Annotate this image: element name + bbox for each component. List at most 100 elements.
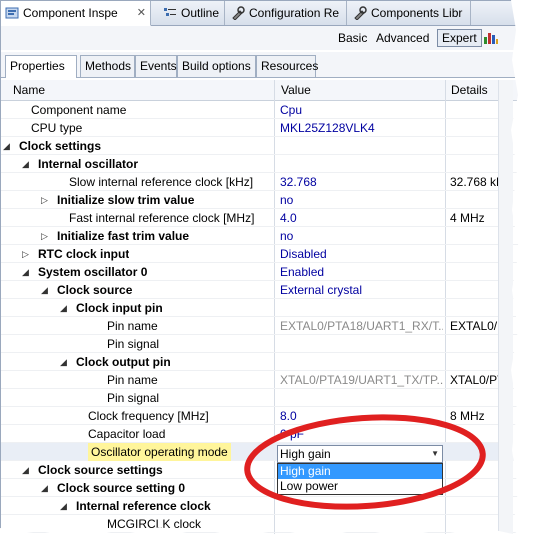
property-details xyxy=(450,515,529,533)
expand-arrow-icon[interactable]: ▷ xyxy=(41,227,48,245)
table-row[interactable]: ◢ Clock source setting 0 xyxy=(1,479,529,497)
vertical-scrollbar[interactable] xyxy=(498,80,513,545)
table-row[interactable]: ◢ Clock source settings xyxy=(1,461,529,479)
expand-arrow-icon[interactable]: ▷ xyxy=(22,245,29,263)
property-name: CPU type xyxy=(31,121,83,135)
table-row[interactable]: ◢ Clock output pin xyxy=(1,353,529,371)
table-row[interactable]: Slow internal reference clock [kHz] 32.76… xyxy=(1,173,529,191)
collapse-arrow-icon[interactable]: ◢ xyxy=(41,479,48,497)
basic-mode-button[interactable]: Basic xyxy=(338,30,367,46)
column-header-value[interactable]: Value xyxy=(281,80,311,100)
table-row[interactable]: Fast internal reference clock [MHz] 4.0 4 … xyxy=(1,209,529,227)
expert-mode-button[interactable]: Expert xyxy=(437,29,482,47)
tab-components-library[interactable]: Components Libr xyxy=(349,1,471,25)
property-name: Fast internal reference clock [MHz] xyxy=(69,211,255,225)
collapse-arrow-icon[interactable]: ◢ xyxy=(60,299,67,317)
property-value[interactable]: External crystal xyxy=(280,281,443,299)
table-row[interactable]: ▷ RTC clock input Disabled xyxy=(1,245,529,263)
property-value[interactable]: 4.0 xyxy=(280,209,443,227)
column-header-name[interactable]: Name xyxy=(13,80,45,100)
property-details xyxy=(450,119,529,137)
bar-chart-icon[interactable] xyxy=(483,31,499,45)
property-value[interactable]: MKL25Z128VLK4 xyxy=(280,119,443,137)
table-row[interactable]: Pin signal xyxy=(1,389,529,407)
tab-methods[interactable]: Methods xyxy=(80,55,135,77)
option-high-gain[interactable]: High gain xyxy=(278,464,442,479)
table-row[interactable]: CPU type MKL25Z128VLK4 xyxy=(1,119,529,137)
property-value[interactable] xyxy=(280,335,443,353)
property-value[interactable]: Cpu xyxy=(280,101,443,119)
component-inspector-window: Component Inspe ✕ Outline Configuration … xyxy=(0,0,530,546)
table-row[interactable]: MCGIRCLK clock xyxy=(1,515,529,533)
tab-events[interactable]: Events xyxy=(135,55,177,77)
collapse-arrow-icon[interactable]: ◢ xyxy=(41,281,48,299)
property-name: Clock source xyxy=(57,283,133,297)
property-value[interactable] xyxy=(280,353,443,371)
table-row[interactable]: ◢ Clock source External crystal xyxy=(1,281,529,299)
table-row[interactable]: ◢ Internal reference clock xyxy=(1,497,529,515)
column-header-details[interactable]: Details xyxy=(451,80,488,100)
table-row[interactable]: Component name Cpu xyxy=(1,101,529,119)
property-details: 4 MHz xyxy=(450,211,485,225)
property-details xyxy=(450,227,529,245)
table-row[interactable]: Oscillator operating mode xyxy=(1,443,529,461)
property-value[interactable]: 8.0 xyxy=(280,407,443,425)
property-value[interactable] xyxy=(280,389,443,407)
option-low-power[interactable]: Low power xyxy=(278,479,442,494)
property-value[interactable]: 0 pF xyxy=(280,425,443,443)
table-row[interactable]: ◢ Clock input pin xyxy=(1,299,529,317)
table-row[interactable]: ◢ System oscillator 0 Enabled xyxy=(1,263,529,281)
table-row[interactable]: Pin name XTAL0/PTA19/UART1_TX/TP... XTAL0/… xyxy=(1,371,529,389)
tab-build-options[interactable]: Build options xyxy=(177,55,256,77)
table-row[interactable]: ▷ Initialize fast trim value no xyxy=(1,227,529,245)
property-value[interactable]: 32.768 xyxy=(280,173,443,191)
property-name: Internal reference clock xyxy=(76,499,211,513)
property-value[interactable] xyxy=(280,299,443,317)
tab-resources[interactable]: Resources xyxy=(256,55,318,77)
collapse-arrow-icon[interactable]: ◢ xyxy=(3,137,10,155)
table-row[interactable]: Pin signal xyxy=(1,335,529,353)
collapse-arrow-icon[interactable]: ◢ xyxy=(60,353,67,371)
property-value[interactable]: Enabled xyxy=(280,263,443,281)
property-value[interactable]: XTAL0/PTA19/UART1_TX/TP... xyxy=(280,371,443,389)
property-name: Pin name xyxy=(107,373,158,387)
tab-configuration-registry[interactable]: Configuration Re xyxy=(227,1,347,25)
property-value[interactable]: no xyxy=(280,227,443,245)
property-details xyxy=(450,335,529,353)
chevron-down-icon[interactable]: ▼ xyxy=(431,446,439,462)
property-value[interactable] xyxy=(280,515,443,533)
collapse-arrow-icon[interactable]: ◢ xyxy=(22,461,29,479)
property-name: Oscillator operating mode xyxy=(88,443,231,461)
property-value[interactable] xyxy=(280,497,443,515)
property-value[interactable]: no xyxy=(280,191,443,209)
collapse-arrow-icon[interactable]: ◢ xyxy=(22,155,29,173)
view-tab-bar: Component Inspe ✕ Outline Configuration … xyxy=(1,1,529,26)
property-value[interactable]: EXTAL0/PTA18/UART1_RX/T... xyxy=(280,317,443,335)
property-details: XTAL0/PT xyxy=(450,373,505,387)
component-inspector-icon xyxy=(5,7,19,19)
table-row[interactable]: ◢ Clock settings xyxy=(1,137,529,155)
property-details xyxy=(450,443,529,461)
property-name: Clock source settings xyxy=(38,463,163,477)
tab-component-inspector[interactable]: Component Inspe ✕ xyxy=(1,1,151,26)
property-details: 8 MHz xyxy=(450,409,485,423)
expand-arrow-icon[interactable]: ▷ xyxy=(41,191,48,209)
property-value[interactable] xyxy=(280,155,443,173)
table-row[interactable]: Clock frequency [MHz] 8.0 8 MHz xyxy=(1,407,529,425)
table-row[interactable]: ▷ Initialize slow trim value no xyxy=(1,191,529,209)
collapse-arrow-icon[interactable]: ◢ xyxy=(22,263,29,281)
tab-outline[interactable]: Outline xyxy=(159,1,225,25)
collapse-arrow-icon[interactable]: ◢ xyxy=(60,497,67,515)
oscillator-mode-combobox[interactable]: High gain ▼ xyxy=(277,445,443,463)
table-row[interactable]: ◢ Internal oscillator xyxy=(1,155,529,173)
tab-properties[interactable]: Properties xyxy=(5,55,77,78)
table-row[interactable]: Capacitor load 0 pF xyxy=(1,425,529,443)
property-value[interactable]: Disabled xyxy=(280,245,443,263)
configuration-icon xyxy=(232,6,245,20)
table-row[interactable]: Pin name EXTAL0/PTA18/UART1_RX/T... EXTAL0… xyxy=(1,317,529,335)
advanced-mode-button[interactable]: Advanced xyxy=(376,30,429,46)
close-icon[interactable]: ✕ xyxy=(137,1,146,25)
property-value[interactable] xyxy=(280,137,443,155)
property-name: Clock settings xyxy=(19,139,102,153)
property-name: Internal oscillator xyxy=(38,157,139,171)
